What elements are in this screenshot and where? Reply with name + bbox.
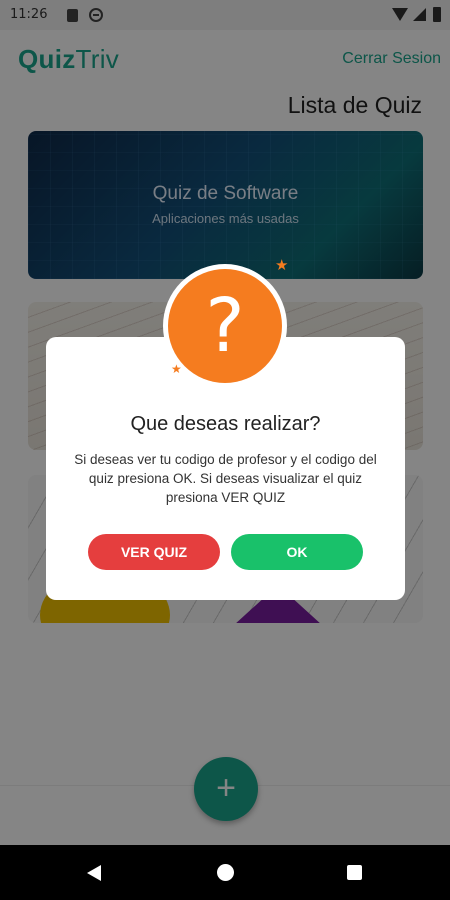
system-navigation-bar (0, 845, 450, 900)
home-icon[interactable] (217, 864, 234, 881)
back-icon[interactable] (87, 865, 101, 881)
recents-icon[interactable] (347, 865, 362, 880)
dialog-message: Si deseas ver tu codigo de profesor y el… (74, 452, 377, 505)
star-icon: ★ (275, 257, 289, 274)
view-quiz-button[interactable]: VER QUIZ (88, 534, 220, 570)
star-icon: ★ (171, 362, 182, 376)
question-mark-icon: ? (168, 269, 282, 383)
ok-button[interactable]: OK (231, 534, 363, 570)
dialog-title: Que deseas realizar? (130, 413, 321, 435)
